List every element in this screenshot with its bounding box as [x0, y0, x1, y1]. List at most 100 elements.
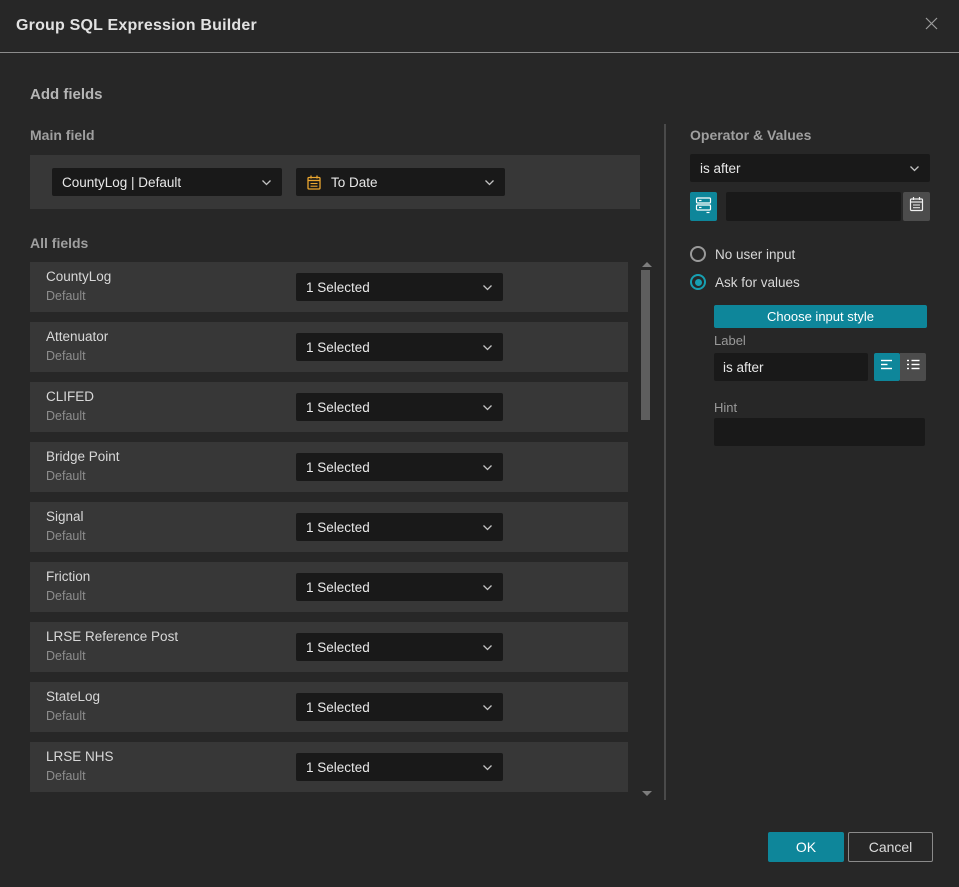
field-selection-dropdown[interactable]: 1 Selected [296, 693, 503, 721]
main-field-date-select[interactable]: To Date [296, 168, 505, 196]
chevron-down-icon [482, 764, 493, 771]
chevron-down-icon [484, 179, 495, 186]
scroll-down-arrow-icon[interactable] [642, 791, 652, 796]
operator-select[interactable]: is after [690, 154, 930, 182]
value-input-row [690, 192, 930, 221]
field-selection-dropdown[interactable]: 1 Selected [296, 453, 503, 481]
chevron-down-icon [482, 464, 493, 471]
field-name: CountyLog [46, 269, 112, 284]
chevron-down-icon [482, 524, 493, 531]
main-field-panel: CountyLog | Default To Date [30, 155, 640, 209]
field-row: Friction Default 1 Selected [30, 562, 628, 612]
hint-input[interactable] [714, 418, 925, 446]
calendar-icon [306, 174, 322, 191]
field-name: LRSE NHS [46, 749, 114, 764]
label-input[interactable] [714, 353, 868, 381]
chevron-down-icon [482, 344, 493, 351]
list-scrollbar[interactable] [639, 260, 654, 796]
value-type-button[interactable] [690, 192, 717, 221]
field-row: StateLog Default 1 Selected [30, 682, 628, 732]
add-fields-heading: Add fields [30, 86, 103, 103]
calendar-icon [908, 195, 925, 218]
value-input[interactable] [726, 192, 901, 221]
field-selection-dropdown[interactable]: 1 Selected [296, 333, 503, 361]
field-name: Bridge Point [46, 449, 120, 464]
chevron-down-icon [482, 584, 493, 591]
ok-button-label: OK [795, 839, 817, 855]
chevron-down-icon [482, 704, 493, 711]
field-row: Bridge Point Default 1 Selected [30, 442, 628, 492]
close-icon [922, 14, 941, 38]
main-field-heading: Main field [30, 127, 95, 143]
stacked-rows-icon [694, 195, 713, 219]
hint-caption: Hint [714, 400, 738, 415]
align-left-icon [880, 358, 895, 376]
cancel-button[interactable]: Cancel [848, 832, 933, 862]
field-selection-value: 1 Selected [306, 399, 370, 415]
field-selection-dropdown[interactable]: 1 Selected [296, 273, 503, 301]
operator-values-heading: Operator & Values [690, 127, 812, 143]
choose-input-style-label: Choose input style [767, 309, 874, 324]
field-selection-value: 1 Selected [306, 579, 370, 595]
field-name: Friction [46, 569, 91, 584]
field-type: Default [46, 589, 86, 603]
field-selection-value: 1 Selected [306, 639, 370, 655]
field-name: Signal [46, 509, 84, 524]
field-selection-value: 1 Selected [306, 339, 370, 355]
field-selection-dropdown[interactable]: 1 Selected [296, 633, 503, 661]
main-field-select[interactable]: CountyLog | Default [52, 168, 282, 196]
field-type: Default [46, 289, 86, 303]
scroll-up-arrow-icon[interactable] [642, 262, 652, 267]
ask-for-values-radio[interactable]: Ask for values [690, 274, 800, 290]
radio-unselected-icon [690, 246, 706, 262]
date-picker-button[interactable] [903, 192, 930, 221]
field-selection-value: 1 Selected [306, 519, 370, 535]
close-button[interactable] [919, 14, 943, 38]
field-name: StateLog [46, 689, 101, 704]
chevron-down-icon [482, 644, 493, 651]
dialog-title: Group SQL Expression Builder [16, 17, 257, 34]
field-selection-dropdown[interactable]: 1 Selected [296, 753, 503, 781]
chevron-down-icon [482, 284, 493, 291]
field-type: Default [46, 769, 86, 783]
field-row: Attenuator Default 1 Selected [30, 322, 628, 372]
main-field-select-value: CountyLog | Default [62, 174, 182, 190]
no-user-input-label: No user input [715, 246, 796, 262]
field-type: Default [46, 649, 86, 663]
label-caption: Label [714, 333, 746, 348]
list-icon [906, 358, 921, 376]
field-type: Default [46, 409, 86, 423]
radio-selected-icon [690, 274, 706, 290]
field-selection-value: 1 Selected [306, 279, 370, 295]
vertical-divider [664, 124, 666, 800]
group-sql-expression-builder-dialog: Group SQL Expression Builder Add fields … [0, 0, 959, 887]
field-selection-dropdown[interactable]: 1 Selected [296, 573, 503, 601]
no-user-input-radio[interactable]: No user input [690, 246, 795, 262]
field-type: Default [46, 529, 86, 543]
cancel-button-label: Cancel [868, 839, 913, 855]
field-type: Default [46, 709, 86, 723]
scrollbar-thumb[interactable] [641, 270, 650, 420]
field-row: LRSE NHS Default 1 Selected [30, 742, 628, 792]
field-row: CountyLog Default 1 Selected [30, 262, 628, 312]
field-name: LRSE Reference Post [46, 629, 179, 644]
field-type: Default [46, 469, 86, 483]
ask-for-values-label: Ask for values [715, 274, 800, 290]
field-row: Signal Default 1 Selected [30, 502, 628, 552]
field-name: Attenuator [46, 329, 109, 344]
list-style-button[interactable] [900, 353, 926, 381]
field-row: CLIFED Default 1 Selected [30, 382, 628, 432]
field-selection-value: 1 Selected [306, 759, 370, 775]
field-row: LRSE Reference Post Default 1 Selected [30, 622, 628, 672]
field-selection-dropdown[interactable]: 1 Selected [296, 393, 503, 421]
main-field-date-value: To Date [331, 174, 378, 190]
field-type: Default [46, 349, 86, 363]
single-line-style-button[interactable] [874, 353, 900, 381]
title-bar: Group SQL Expression Builder [0, 0, 959, 53]
field-selection-dropdown[interactable]: 1 Selected [296, 513, 503, 541]
field-selection-value: 1 Selected [306, 699, 370, 715]
all-fields-heading: All fields [30, 235, 89, 251]
choose-input-style-button[interactable]: Choose input style [714, 305, 927, 328]
operator-value: is after [700, 160, 741, 176]
ok-button[interactable]: OK [768, 832, 844, 862]
